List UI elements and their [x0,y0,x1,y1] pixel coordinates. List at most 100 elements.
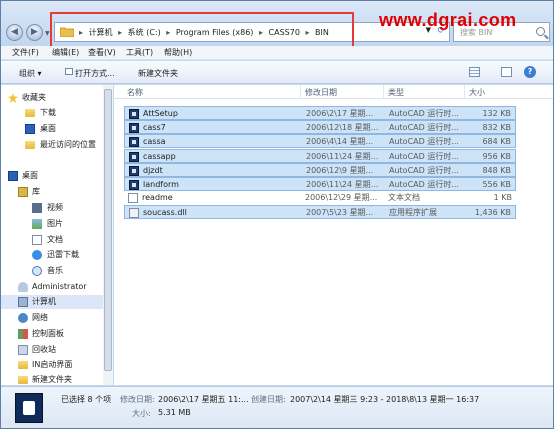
breadcrumb-program-files[interactable]: Program Files (x86) [176,28,254,37]
new-folder-button[interactable]: 新建文件夹 [138,68,178,79]
menu-edit[interactable]: 编辑(E) [52,47,79,58]
star-icon [8,93,18,103]
nav-label: 迅雷下载 [47,250,79,259]
nav-favorites[interactable]: 收藏夹 [1,91,112,105]
menu-file[interactable]: 文件(F) [12,47,39,58]
column-divider[interactable] [300,85,301,99]
open-with-button[interactable]: 打开方式... [75,68,115,79]
column-date[interactable]: 修改日期 [305,87,337,98]
search-icon[interactable] [536,27,545,36]
column-size[interactable]: 大小 [469,87,485,98]
folder-icon [18,376,28,384]
table-row[interactable]: djzdt 2006\12\9 星期... AutoCAD 运行时... 848… [124,163,516,177]
file-date: 2007\5\23 星期... [306,208,374,217]
menu-tools[interactable]: 工具(T) [126,47,153,58]
file-size: 132 KB [482,109,511,118]
nav-control-panel[interactable]: 控制面板 [1,327,112,341]
nav-videos[interactable]: 视频 [1,201,112,215]
table-row[interactable]: cass7 2006\12\18 星期... AutoCAD 运行时... 83… [124,120,516,134]
nav-desktop-favorite[interactable]: 桌面 [1,122,112,136]
nav-label: 桌面 [40,124,56,133]
modified-label: 修改日期: [120,395,155,404]
details-pane: 已选择 8 个项 修改日期: 2006\2\17 星期五 11:... 创建日期… [1,386,553,428]
control-panel-icon [18,329,28,339]
breadcrumb-separator: ▸ [166,28,171,37]
forward-button[interactable]: ▶ [26,24,43,41]
menu-help[interactable]: 帮助(H) [164,47,192,58]
nav-computer[interactable]: 计算机 [1,295,112,309]
nav-xunlei-downloads[interactable]: 迅雷下载 [1,248,112,262]
command-bar: 组织 ▾ 打开方式... 新建文件夹 ? [1,61,553,84]
breadcrumb: ▸ 计算机 ▸ 系统 (C:) ▸ Program Files (x86) ▸ … [79,27,332,38]
file-date: 2006\11\24 星期... [306,180,379,189]
nav-new-folder[interactable]: 新建文件夹 [1,373,112,387]
table-row[interactable]: landform 2006\11\24 星期... AutoCAD 运行时...… [124,177,516,191]
selected-files-thumbnail-icon [15,393,43,423]
nav-libraries[interactable]: 库 [1,185,112,199]
file-type: AutoCAD 运行时... [389,123,459,132]
column-name[interactable]: 名称 [127,87,143,98]
change-view-icon[interactable] [469,67,480,77]
nav-in-start-screen[interactable]: IN启动界面 [1,358,112,372]
nav-label: 回收站 [32,345,56,354]
table-row[interactable]: cassa 2006\4\14 星期... AutoCAD 运行时... 684… [124,134,516,148]
nav-scrollbar-thumb[interactable] [104,89,112,371]
nav-pictures[interactable]: 图片 [1,217,112,231]
breadcrumb-drive-c[interactable]: 系统 (C:) [128,27,161,38]
table-row[interactable]: cassapp 2006\11\24 星期... AutoCAD 运行时... … [124,149,516,163]
nav-label: 音乐 [47,266,63,275]
table-row[interactable]: soucass.dll 2007\5\23 星期... 应用程序扩展 1,436… [124,205,516,219]
nav-scrollbar[interactable] [103,85,113,385]
preview-pane-icon[interactable] [501,67,512,77]
file-size: 848 KB [482,166,511,175]
file-date: 2006\12\9 星期... [306,166,374,175]
menu-view[interactable]: 查看(V) [88,47,116,58]
column-divider[interactable] [383,85,384,99]
file-icon [129,208,139,218]
folder-icon [18,361,28,369]
help-icon[interactable]: ? [524,66,536,78]
table-row[interactable]: AttSetup 2006\2\17 星期... AutoCAD 运行时... … [124,106,516,120]
nav-recent-places[interactable]: 最近访问的位置 [1,138,112,152]
file-date: 2006\11\24 星期... [306,152,379,161]
organize-button[interactable]: 组织 ▾ [19,68,42,79]
column-headers: 名称 修改日期 类型 大小 [114,85,553,99]
nav-music[interactable]: 音乐 [1,264,112,278]
file-icon [129,152,139,162]
nav-downloads[interactable]: 下载 [1,106,112,120]
table-row[interactable]: readme 2006\12\29 星期... 文本文档 1 KB [124,191,516,205]
xunlei-icon [32,250,42,260]
file-size: 684 KB [482,137,511,146]
breadcrumb-separator: ▸ [305,28,310,37]
file-date: 2006\12\29 星期... [305,193,378,202]
desktop-icon [8,171,18,181]
breadcrumb-computer[interactable]: 计算机 [89,27,113,38]
file-type: 应用程序扩展 [389,208,437,217]
nav-label: 库 [32,187,40,196]
size-value: 5.31 MB [158,408,191,417]
size-label: 大小: [132,409,151,418]
nav-network[interactable]: 网络 [1,311,112,325]
nav-desktop[interactable]: 桌面 [1,169,112,183]
nav-recycle-bin[interactable]: 回收站 [1,343,112,357]
nav-administrator[interactable]: Administrator [1,280,112,294]
breadcrumb-cass70[interactable]: CASS70 [269,28,300,37]
menu-bar: 文件(F) 编辑(E) 查看(V) 工具(T) 帮助(H) [1,46,553,60]
folder-icon [60,27,74,37]
nav-documents[interactable]: 文档 [1,233,112,247]
recent-pages-dropdown-icon[interactable]: ▼ [45,30,50,37]
file-size: 556 KB [482,180,511,189]
breadcrumb-separator: ▸ [258,28,263,37]
file-icon [129,180,139,190]
column-type[interactable]: 类型 [388,87,404,98]
file-name: cassapp [143,152,176,161]
back-button[interactable]: ◀ [6,24,23,41]
pictures-icon [32,219,42,229]
nav-label: 视频 [47,203,63,212]
breadcrumb-bin[interactable]: BIN [315,28,329,37]
file-type: AutoCAD 运行时... [389,166,459,175]
file-icon [129,109,139,119]
nav-label: IN启动界面 [32,360,73,369]
file-icon [129,123,139,133]
column-divider[interactable] [464,85,465,99]
